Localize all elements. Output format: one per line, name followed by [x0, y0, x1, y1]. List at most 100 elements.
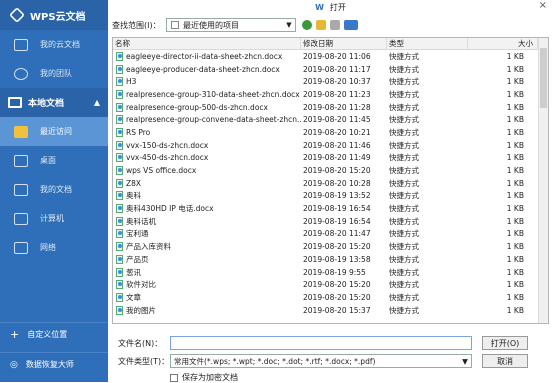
sidebar-item-label: 网络	[40, 243, 56, 252]
new-folder-icon[interactable]	[316, 20, 326, 30]
data-recovery-label: 数据恢复大师	[25, 360, 74, 369]
cancel-button[interactable]: 取消	[482, 354, 528, 368]
chevron-down-icon: ▼	[286, 21, 292, 29]
file-size: 1 KB	[506, 292, 524, 302]
file-list-header: 名称 修改日期 类型 大小	[113, 38, 548, 50]
file-name: realpresence-group-500-ds-zhcn.docx	[126, 102, 268, 112]
file-name-cell: vvx-450-ds-zhcn.docx	[113, 153, 301, 163]
file-row[interactable]: 我的图片 2019-08-20 15:37 快捷方式 1 KB	[113, 304, 548, 317]
file-name: eagleeye-producer-data-sheet-zhcn.docx	[126, 64, 280, 74]
file-size: 1 KB	[506, 51, 524, 61]
filetype-combo[interactable]: 常用文件(*.wps; *.wpt; *.doc; *.dot; *.rtf; …	[170, 354, 472, 368]
file-type: 快捷方式	[389, 153, 419, 163]
file-row[interactable]: 奥科 2019-08-19 13:52 快捷方式 1 KB	[113, 190, 548, 203]
file-row[interactable]: 宝利通 2019-08-20 11:47 快捷方式 1 KB	[113, 228, 548, 241]
file-list[interactable]: 名称 修改日期 类型 大小 eagleeye-director-ii-data-…	[112, 37, 549, 324]
file-size: 1 KB	[506, 242, 524, 252]
sidebar-item-computer[interactable]: 计算机	[0, 204, 108, 233]
file-row[interactable]: 产品入库资料 2019-08-20 15:20 快捷方式 1 KB	[113, 240, 548, 253]
lookin-value: 最近使用的项目	[183, 20, 239, 30]
file-type: 快捷方式	[389, 204, 419, 214]
close-icon[interactable]: ×	[539, 0, 547, 11]
file-type: 快捷方式	[389, 242, 419, 252]
file-row[interactable]: 奥科430HD IP 电话.docx 2019-08-19 16:54 快捷方式 1 …	[113, 202, 548, 215]
file-date: 2019-08-20 15:20	[303, 292, 371, 302]
filename-input[interactable]	[170, 336, 472, 350]
column-date[interactable]: 修改日期	[301, 38, 387, 50]
file-name-cell: 我的图片	[113, 305, 301, 316]
file-size: 1 KB	[506, 127, 524, 137]
encrypt-checkbox[interactable]	[170, 373, 178, 382]
filetype-label: 文件类型(T)：	[118, 356, 170, 366]
file-row[interactable]: realpresence-group-310-data-sheet-zhcn.d…	[113, 88, 548, 101]
sidebar-item-desktop[interactable]: 桌面	[0, 146, 108, 175]
back-icon[interactable]	[302, 20, 312, 30]
file-type: 快捷方式	[389, 51, 419, 61]
file-name: 我的图片	[126, 305, 156, 315]
file-row[interactable]: vvx-450-ds-zhcn.docx 2019-08-20 11:49 快捷方式…	[113, 152, 548, 165]
file-name-cell: 宝利通	[113, 228, 301, 239]
view-menu-icon[interactable]	[344, 20, 358, 30]
file-name: 产品入库资料	[126, 242, 171, 252]
scrollbar-thumb[interactable]	[540, 48, 547, 108]
file-date: 2019-08-20 11:47	[303, 229, 371, 239]
shortcut-file-icon	[116, 292, 123, 302]
file-name-cell: eagleeye-producer-data-sheet-zhcn.docx	[113, 64, 301, 74]
file-name: 奥科430HD IP 电话.docx	[126, 204, 214, 214]
dialog-title: 打开	[329, 2, 346, 12]
file-row[interactable]: RS Pro 2019-08-20 10:21 快捷方式 1 KB	[113, 126, 548, 139]
file-name-cell: 奥科话机	[113, 216, 301, 227]
delete-icon[interactable]	[330, 20, 340, 30]
file-type: 快捷方式	[389, 305, 419, 315]
column-type[interactable]: 类型	[387, 38, 468, 50]
file-name-cell: realpresence-group-500-ds-zhcn.docx	[113, 102, 301, 112]
cloud-doc-icon	[14, 38, 28, 51]
file-row[interactable]: 产品页 2019-08-19 13:58 快捷方式 1 KB	[113, 253, 548, 266]
data-recovery-button[interactable]: ◎ 数据恢复大师	[0, 352, 108, 376]
file-row[interactable]: 葱讯 2019-08-19 9:55 快捷方式 1 KB	[113, 266, 548, 279]
file-row[interactable]: Z8X 2019-08-20 10:28 快捷方式 1 KB	[113, 177, 548, 190]
file-row[interactable]: wps VS office.docx 2019-08-20 15:20 快捷方式 1 …	[113, 164, 548, 177]
folder-icon	[14, 183, 28, 196]
file-row[interactable]: 软件对比 2019-08-20 15:20 快捷方式 1 KB	[113, 278, 548, 291]
file-name-cell: 产品页	[113, 254, 301, 265]
sidebar-item-my-documents[interactable]: 我的文档	[0, 175, 108, 204]
column-size[interactable]: 大小	[468, 38, 538, 50]
sidebar: WPS云文档 我的云文档 我的团队 本地文档 ▲ 最近访问 桌面 我的文档 计算…	[0, 0, 108, 382]
file-date: 2019-08-20 10:21	[303, 127, 371, 137]
file-row[interactable]: eagleeye-director-ii-data-sheet-zhcn.doc…	[113, 50, 548, 63]
file-date: 2019-08-19 13:58	[303, 254, 371, 264]
file-row[interactable]: 文章 2019-08-20 15:20 快捷方式 1 KB	[113, 291, 548, 304]
recent-items-icon	[171, 21, 179, 29]
file-size: 1 KB	[506, 64, 524, 74]
sidebar-item-network[interactable]: 网络	[0, 233, 108, 262]
file-date: 2019-08-20 11:45	[303, 115, 371, 125]
dialog-toolbar	[302, 20, 358, 30]
sidebar-item-my-cloud-docs[interactable]: 我的云文档	[0, 30, 108, 59]
shortcut-file-icon	[116, 127, 123, 137]
file-name: 文章	[126, 292, 141, 302]
sidebar-section-local-docs[interactable]: 本地文档 ▲	[0, 88, 108, 117]
file-row[interactable]: vvx-150-ds-zhcn.docx 2019-08-20 11:46 快捷方式…	[113, 139, 548, 152]
open-button[interactable]: 打开(O)	[482, 336, 528, 350]
open-dialog: W 打开 × 查找范围(I)： 最近使用的项目 ▼ 名称 修改日期 类型 大小 …	[108, 0, 553, 382]
file-date: 2019-08-19 9:55	[303, 267, 366, 277]
shortcut-file-icon	[116, 64, 123, 74]
file-name-cell: wps VS office.docx	[113, 166, 301, 176]
file-row[interactable]: eagleeye-producer-data-sheet-zhcn.docx 20…	[113, 63, 548, 76]
lookin-combo[interactable]: 最近使用的项目 ▼	[166, 18, 296, 32]
file-type: 快捷方式	[389, 267, 419, 277]
file-row[interactable]: 奥科话机 2019-08-19 16:54 快捷方式 1 KB	[113, 215, 548, 228]
file-name-cell: 软件对比	[113, 279, 301, 290]
file-row[interactable]: realpresence-group-convene-data-sheet-zh…	[113, 113, 548, 126]
sidebar-item-my-team[interactable]: 我的团队	[0, 59, 108, 88]
file-name: 宝利通	[126, 229, 149, 239]
file-row[interactable]: H3 2019-08-20 10:37 快捷方式 1 KB	[113, 75, 548, 88]
sidebar-item-recent[interactable]: 最近访问	[0, 117, 108, 146]
column-name[interactable]: 名称	[113, 38, 301, 50]
file-row[interactable]: realpresence-group-500-ds-zhcn.docx 2019-…	[113, 101, 548, 114]
encrypt-option[interactable]: 保存为加密文档	[170, 372, 238, 383]
custom-location-button[interactable]: + 自定义位置	[0, 322, 108, 346]
file-list-scrollbar[interactable]	[538, 38, 548, 323]
shortcut-file-icon	[116, 267, 123, 277]
